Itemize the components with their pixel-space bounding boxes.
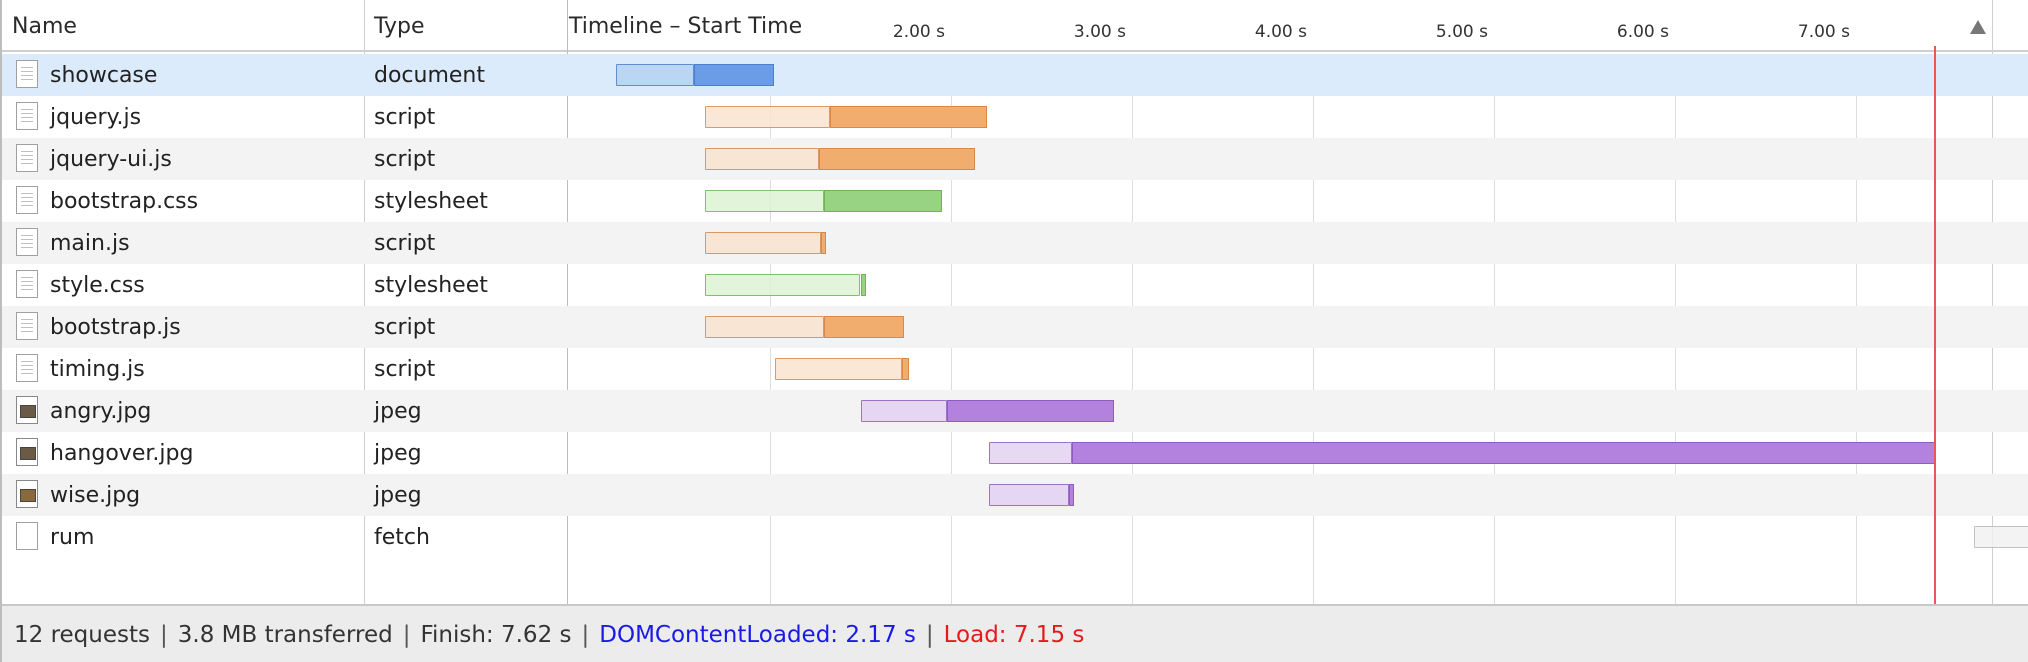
waiting-bar[interactable] — [704, 316, 825, 338]
waiting-bar[interactable] — [616, 64, 694, 86]
waiting-bar[interactable] — [704, 148, 819, 170]
tick-label: 5.00 s — [1435, 22, 1488, 42]
download-bar[interactable] — [820, 232, 827, 254]
request-row[interactable]: jquery-ui.js script — [2, 138, 2028, 180]
request-type: document — [374, 63, 485, 88]
blank-file-icon — [16, 522, 38, 550]
separator: | — [925, 622, 934, 648]
tick-label: 7.00 s — [1797, 22, 1850, 42]
image-icon — [16, 396, 38, 424]
request-type: script — [374, 105, 436, 130]
request-type: stylesheet — [374, 189, 488, 214]
request-type: jpeg — [374, 441, 422, 466]
download-bar[interactable] — [824, 316, 904, 338]
document-icon — [16, 228, 38, 256]
waiting-bar[interactable] — [775, 358, 903, 380]
request-row[interactable]: style.css stylesheet — [2, 264, 2028, 306]
download-bar[interactable] — [1072, 442, 1936, 464]
download-bar[interactable] — [902, 358, 910, 380]
request-name[interactable]: wise.jpg — [50, 483, 140, 508]
download-bar[interactable] — [693, 64, 774, 86]
request-type: script — [374, 231, 436, 256]
request-type: script — [374, 147, 436, 172]
document-icon — [16, 60, 38, 88]
request-row[interactable]: bootstrap.js script — [2, 306, 2028, 348]
name-column-header[interactable]: Name — [12, 14, 77, 39]
image-icon — [16, 438, 38, 466]
waiting-bar[interactable] — [704, 274, 861, 296]
request-name[interactable]: rum — [50, 525, 94, 550]
separator: | — [160, 622, 168, 648]
image-icon — [16, 480, 38, 508]
request-type: jpeg — [374, 399, 422, 424]
separator: | — [402, 622, 411, 648]
request-type: jpeg — [374, 483, 422, 508]
request-row[interactable]: jquery.js script — [2, 96, 2028, 138]
download-bar[interactable] — [818, 148, 975, 170]
request-name[interactable]: main.js — [50, 231, 130, 256]
request-name[interactable]: style.css — [50, 273, 145, 298]
request-type: fetch — [374, 525, 430, 550]
load-time: Load: 7.15 s — [943, 622, 1085, 648]
document-icon — [16, 102, 38, 130]
transferred-size: 3.8 MB transferred — [177, 622, 393, 648]
request-row[interactable]: timing.js script — [2, 348, 2028, 390]
finish-time: Finish: 7.62 s — [420, 622, 572, 648]
timeline-column-header[interactable]: Timeline – Start Time — [569, 14, 802, 39]
download-bar[interactable] — [1068, 484, 1075, 506]
request-name[interactable]: bootstrap.css — [50, 189, 198, 214]
request-type: stylesheet — [374, 273, 488, 298]
request-name[interactable]: jquery-ui.js — [50, 147, 172, 172]
waiting-bar[interactable] — [704, 106, 830, 128]
sort-ascending-icon[interactable] — [1970, 20, 1986, 34]
status-bar: 12 requests | 3.8 MB transferred | Finish: 7… — [2, 604, 2028, 662]
request-name[interactable]: bootstrap.js — [50, 315, 181, 340]
network-panel: Name Type Timeline – Start Time 2.00 s 3.… — [0, 0, 2028, 662]
request-row[interactable]: rum fetch — [2, 516, 2028, 558]
separator: | — [581, 622, 590, 648]
document-icon — [16, 186, 38, 214]
download-bar[interactable] — [947, 400, 1114, 422]
type-column-header[interactable]: Type — [374, 14, 425, 39]
tick-label: 6.00 s — [1616, 22, 1669, 42]
request-count: 12 requests — [14, 622, 150, 648]
request-row[interactable]: main.js script — [2, 222, 2028, 264]
domcontentloaded-time: DOMContentLoaded: 2.17 s — [599, 622, 916, 648]
tick-label: 4.00 s — [1254, 22, 1307, 42]
request-row[interactable]: showcase document — [2, 54, 2028, 96]
request-name[interactable]: showcase — [50, 63, 157, 88]
tick-label: 3.00 s — [1073, 22, 1126, 42]
request-type: script — [374, 315, 436, 340]
download-bar[interactable] — [824, 190, 942, 212]
document-icon — [16, 144, 38, 172]
request-name[interactable]: jquery.js — [50, 105, 141, 130]
waiting-bar[interactable] — [704, 232, 821, 254]
waiting-bar[interactable] — [989, 484, 1069, 506]
document-icon — [16, 354, 38, 382]
table-header: Name Type Timeline – Start Time 2.00 s 3.… — [2, 0, 2028, 52]
waiting-bar[interactable] — [989, 442, 1073, 464]
download-bar[interactable] — [829, 106, 988, 128]
document-icon — [16, 312, 38, 340]
request-name[interactable]: hangover.jpg — [50, 441, 193, 466]
waiting-bar[interactable] — [704, 190, 825, 212]
download-bar[interactable] — [860, 274, 866, 296]
request-name[interactable]: angry.jpg — [50, 399, 151, 424]
request-type: script — [374, 357, 436, 382]
request-row[interactable]: bootstrap.css stylesheet — [2, 180, 2028, 222]
document-icon — [16, 270, 38, 298]
tick-label: 2.00 s — [892, 22, 945, 42]
request-name[interactable]: timing.js — [50, 357, 145, 382]
load-event-marker — [1933, 46, 1936, 604]
waiting-bar[interactable] — [860, 400, 948, 422]
waiting-bar[interactable] — [1973, 526, 2028, 548]
